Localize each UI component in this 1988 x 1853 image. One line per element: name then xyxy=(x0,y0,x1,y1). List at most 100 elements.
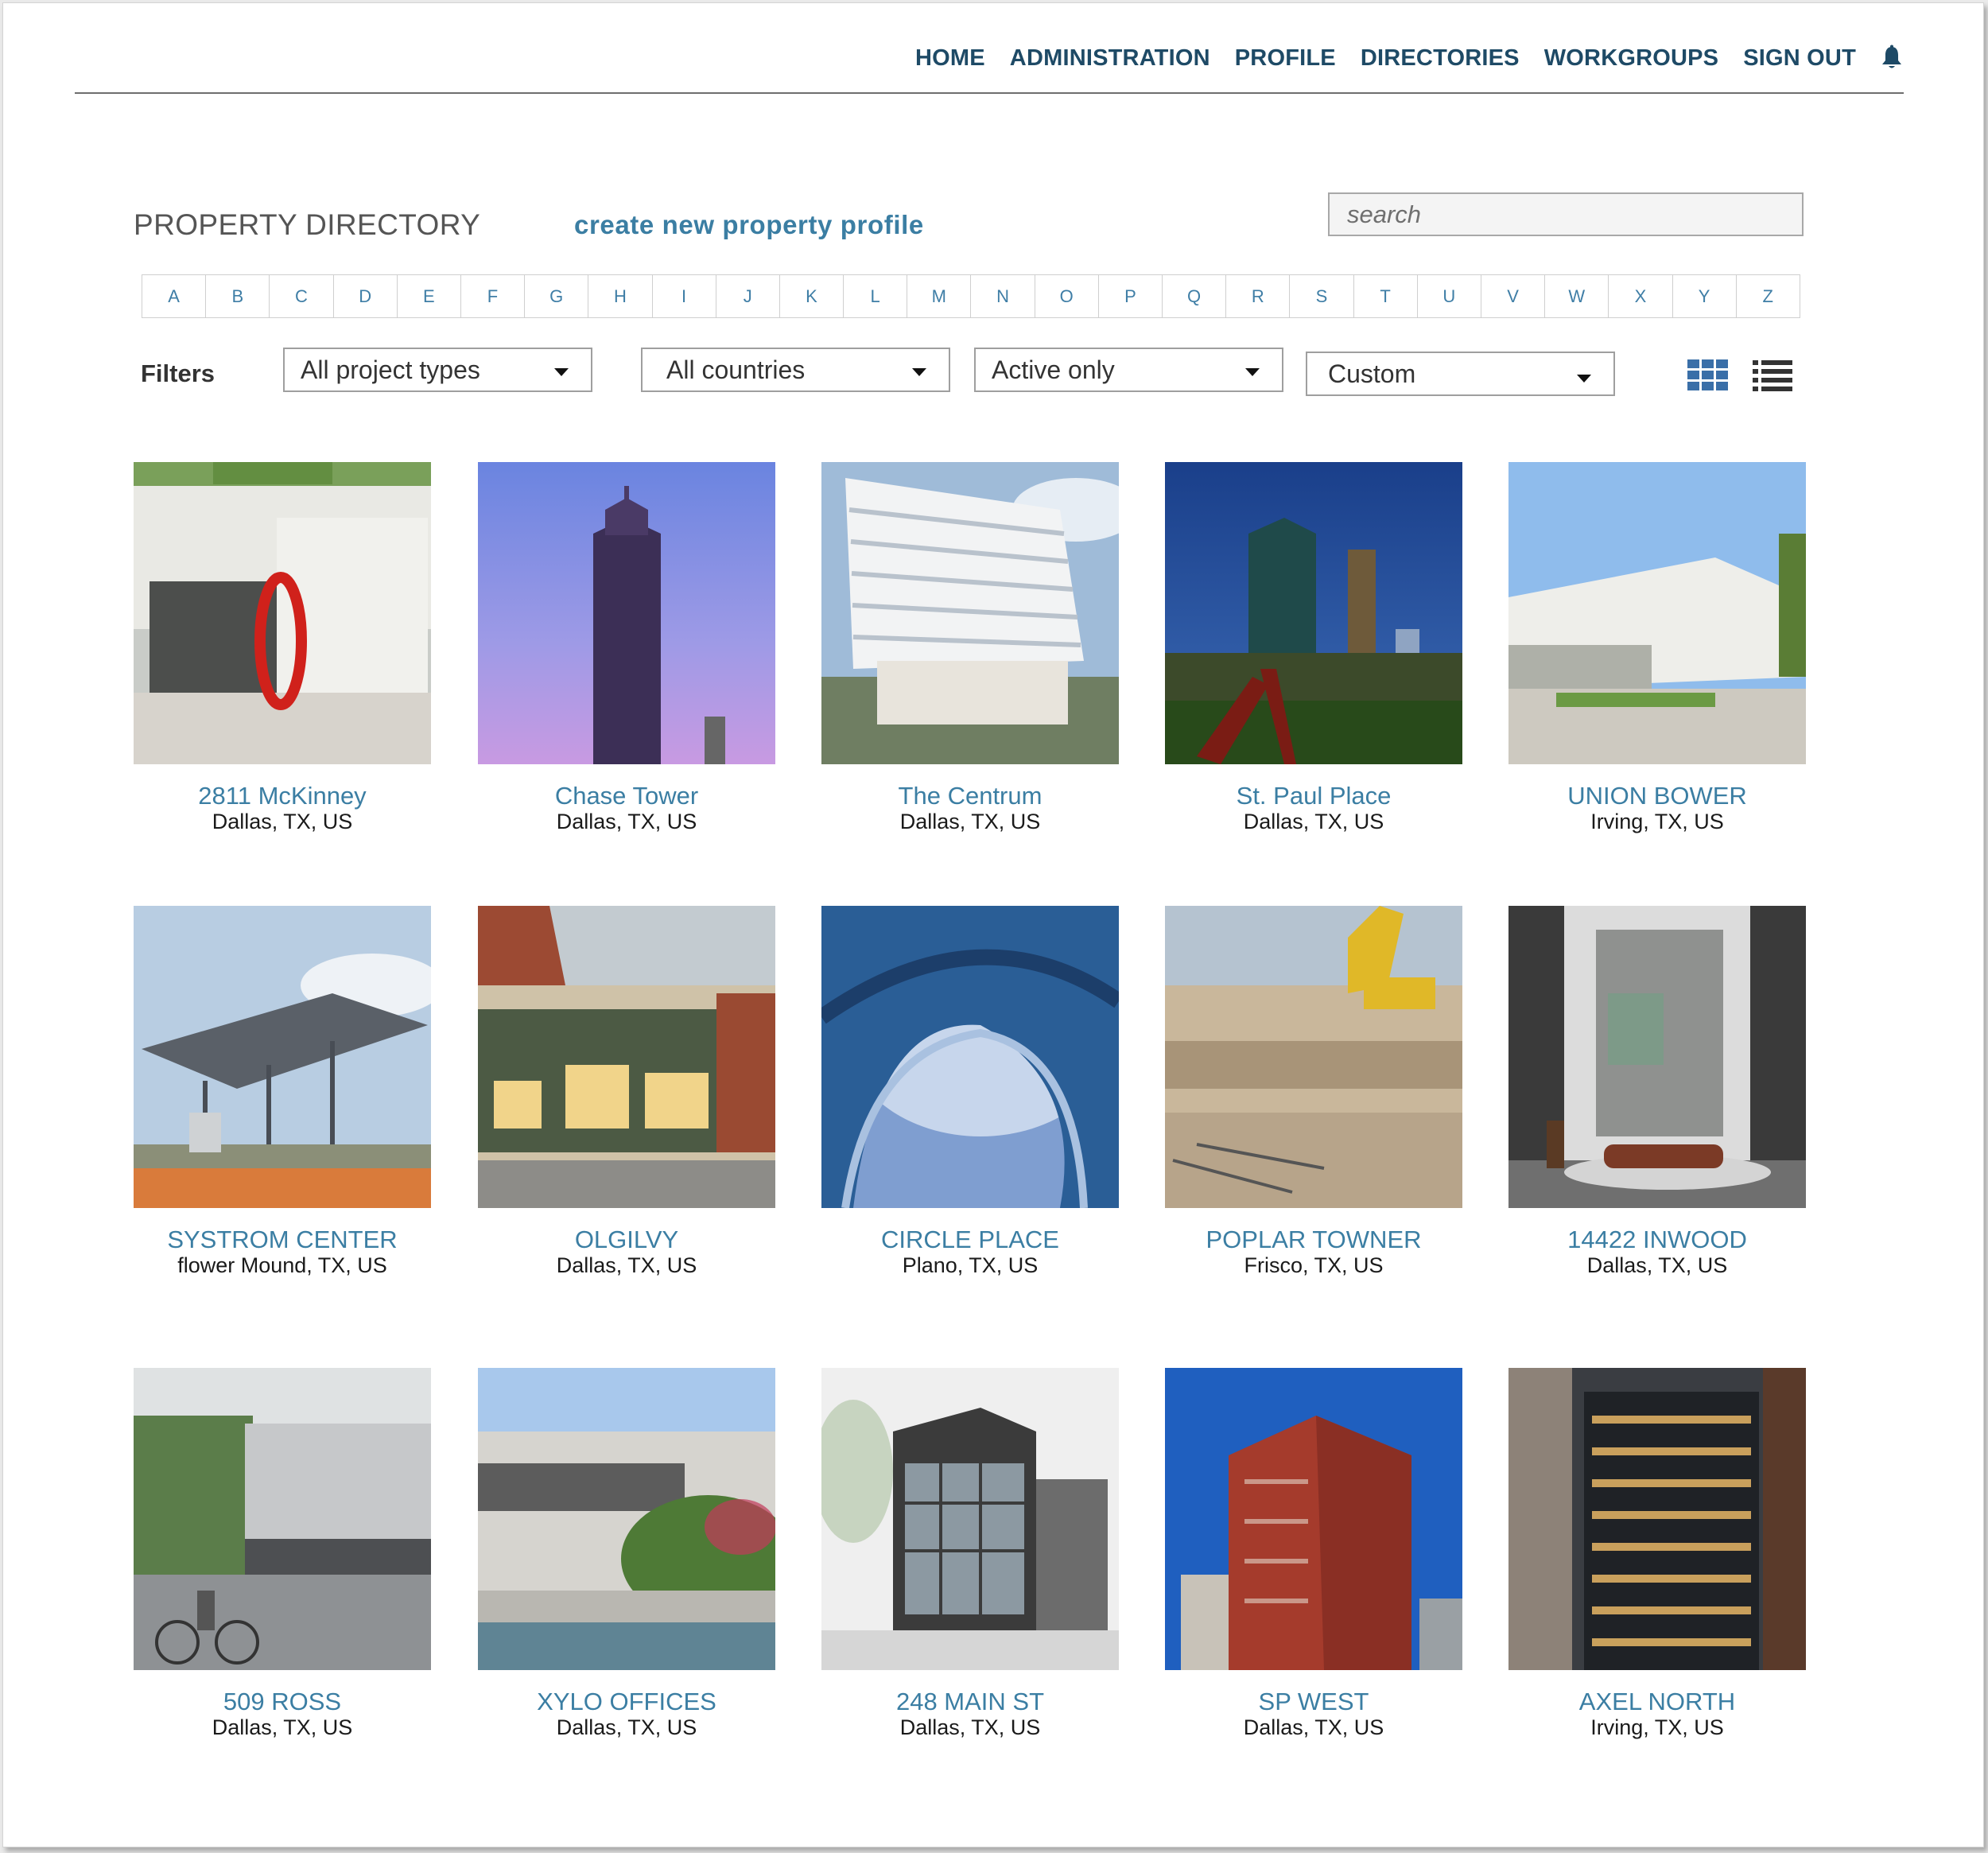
property-card[interactable]: AXEL NORTH Irving, TX, US xyxy=(1508,1368,1806,1739)
property-location: Dallas, TX, US xyxy=(1243,1715,1384,1739)
property-card[interactable]: XYLO OFFICES Dallas, TX, US xyxy=(478,1368,796,1739)
property-name[interactable]: St. Paul Place xyxy=(1165,783,1462,810)
property-location: Plano, TX, US xyxy=(902,1253,1039,1277)
alpha-letter-s[interactable]: S xyxy=(1290,275,1354,317)
property-name[interactable]: 509 ROSS xyxy=(134,1688,431,1715)
alpha-letter-p[interactable]: P xyxy=(1099,275,1163,317)
nav-administration[interactable]: ADMINISTRATION xyxy=(1010,45,1210,72)
property-card[interactable]: SYSTROM CENTER flower Mound, TX, US xyxy=(134,906,444,1277)
property-photo xyxy=(478,1368,796,1670)
property-photo xyxy=(821,462,1140,764)
nav-workgroups[interactable]: WORKGROUPS xyxy=(1544,45,1719,72)
property-card[interactable]: The Centrum Dallas, TX, US xyxy=(821,462,1140,833)
alpha-letter-g[interactable]: G xyxy=(525,275,589,317)
property-name[interactable]: CIRCLE PLACE xyxy=(821,1226,1119,1253)
custom-value: Custom xyxy=(1328,359,1416,388)
status-dropdown[interactable]: Active only xyxy=(974,348,1283,392)
property-name[interactable]: AXEL NORTH xyxy=(1508,1688,1806,1715)
alpha-letter-l[interactable]: L xyxy=(844,275,908,317)
property-name[interactable]: 2811 McKinney xyxy=(134,783,431,810)
property-card[interactable]: OLGILVY Dallas, TX, US xyxy=(478,906,775,1277)
page: HOME ADMINISTRATION PROFILE DIRECTORIES … xyxy=(2,2,1984,1847)
property-name[interactable]: SYSTROM CENTER xyxy=(134,1226,431,1253)
page-title: PROPERTY DIRECTORY xyxy=(134,208,481,241)
bell-icon[interactable] xyxy=(1880,45,1904,72)
alpha-letter-n[interactable]: N xyxy=(971,275,1035,317)
alpha-letter-r[interactable]: R xyxy=(1226,275,1291,317)
property-location: Dallas, TX, US xyxy=(212,1715,353,1739)
custom-dropdown[interactable]: Custom xyxy=(1306,352,1615,396)
alpha-letter-o[interactable]: O xyxy=(1035,275,1099,317)
alpha-letter-q[interactable]: Q xyxy=(1163,275,1227,317)
property-card[interactable]: SP WEST Dallas, TX, US xyxy=(1165,1368,1462,1739)
alpha-letter-b[interactable]: B xyxy=(206,275,270,317)
property-photo xyxy=(134,906,444,1208)
alpha-letter-x[interactable]: X xyxy=(1609,275,1673,317)
nav-sign-out[interactable]: SIGN OUT xyxy=(1743,45,1856,72)
alpha-letter-e[interactable]: E xyxy=(398,275,461,317)
alpha-letter-i[interactable]: I xyxy=(653,275,716,317)
country-value: All countries xyxy=(666,355,806,384)
property-name[interactable]: OLGILVY xyxy=(478,1226,775,1253)
property-location: Dallas, TX, US xyxy=(556,1253,697,1277)
alpha-letter-y[interactable]: Y xyxy=(1673,275,1737,317)
property-name[interactable]: Chase Tower xyxy=(478,783,775,810)
property-card[interactable]: UNION BOWER Irving, TX, US xyxy=(1508,462,1806,833)
property-photo xyxy=(478,462,775,764)
property-card[interactable]: CIRCLE PLACE Plano, TX, US xyxy=(817,906,1124,1277)
property-location: Dallas, TX, US xyxy=(556,1715,697,1739)
alphabet-index: ABCDEFGHIJKLMNOPQRSTUVWXYZ xyxy=(142,274,1800,318)
nav-home[interactable]: HOME xyxy=(915,45,985,72)
property-location: Dallas, TX, US xyxy=(1586,1253,1728,1277)
alpha-letter-h[interactable]: H xyxy=(588,275,653,317)
property-name[interactable]: XYLO OFFICES xyxy=(478,1688,775,1715)
property-location: Irving, TX, US xyxy=(1590,810,1724,833)
property-card[interactable]: 248 MAIN ST Dallas, TX, US xyxy=(813,1368,1119,1739)
alpha-letter-v[interactable]: V xyxy=(1481,275,1546,317)
property-card[interactable]: POPLAR TOWNER Frisco, TX, US xyxy=(1165,906,1462,1277)
chevron-down-icon xyxy=(1245,368,1260,376)
list-view-icon[interactable] xyxy=(1753,360,1792,392)
nav-directories[interactable]: DIRECTORIES xyxy=(1361,45,1520,72)
property-photo xyxy=(1508,462,1806,764)
property-photo xyxy=(813,1368,1119,1670)
property-card[interactable]: 509 ROSS Dallas, TX, US xyxy=(134,1368,431,1739)
alpha-letter-c[interactable]: C xyxy=(270,275,334,317)
property-location: flower Mound, TX, US xyxy=(177,1253,387,1277)
alpha-letter-d[interactable]: D xyxy=(334,275,398,317)
property-card[interactable]: 2811 McKinney Dallas, TX, US xyxy=(134,462,431,833)
filters-label: Filters xyxy=(141,359,215,387)
alpha-letter-u[interactable]: U xyxy=(1418,275,1481,317)
top-nav: HOME ADMINISTRATION PROFILE DIRECTORIES … xyxy=(891,45,1904,72)
alpha-letter-a[interactable]: A xyxy=(142,275,207,317)
property-name[interactable]: UNION BOWER xyxy=(1508,783,1806,810)
create-property-link[interactable]: create new property profile xyxy=(574,210,924,240)
property-name[interactable]: POPLAR TOWNER xyxy=(1165,1226,1462,1253)
property-name[interactable]: SP WEST xyxy=(1165,1688,1462,1715)
project-type-dropdown[interactable]: All project types xyxy=(283,348,592,392)
alpha-letter-t[interactable]: T xyxy=(1354,275,1418,317)
alpha-letter-f[interactable]: F xyxy=(461,275,526,317)
property-card[interactable]: Chase Tower Dallas, TX, US xyxy=(478,462,775,833)
property-photo xyxy=(1165,1368,1462,1670)
nav-profile[interactable]: PROFILE xyxy=(1235,45,1336,72)
property-photo xyxy=(1165,906,1462,1208)
property-card[interactable]: 14422 INWOOD Dallas, TX, US xyxy=(1508,906,1806,1277)
property-name[interactable]: 248 MAIN ST xyxy=(821,1688,1119,1715)
property-card[interactable]: St. Paul Place Dallas, TX, US xyxy=(1165,462,1462,833)
country-dropdown[interactable]: All countries xyxy=(641,348,950,392)
alpha-letter-z[interactable]: Z xyxy=(1737,275,1800,317)
property-name[interactable]: The Centrum xyxy=(821,783,1119,810)
search-input[interactable] xyxy=(1328,192,1804,236)
property-photo xyxy=(134,462,431,764)
property-name[interactable]: 14422 INWOOD xyxy=(1508,1226,1806,1253)
property-photo xyxy=(478,906,775,1208)
alpha-letter-w[interactable]: W xyxy=(1545,275,1609,317)
alpha-letter-m[interactable]: M xyxy=(907,275,972,317)
property-photo xyxy=(1508,1368,1806,1670)
alpha-letter-k[interactable]: K xyxy=(780,275,845,317)
grid-view-icon[interactable] xyxy=(1687,359,1729,391)
chevron-down-icon xyxy=(554,368,569,376)
alpha-letter-j[interactable]: J xyxy=(716,275,780,317)
nav-divider xyxy=(75,92,1904,94)
